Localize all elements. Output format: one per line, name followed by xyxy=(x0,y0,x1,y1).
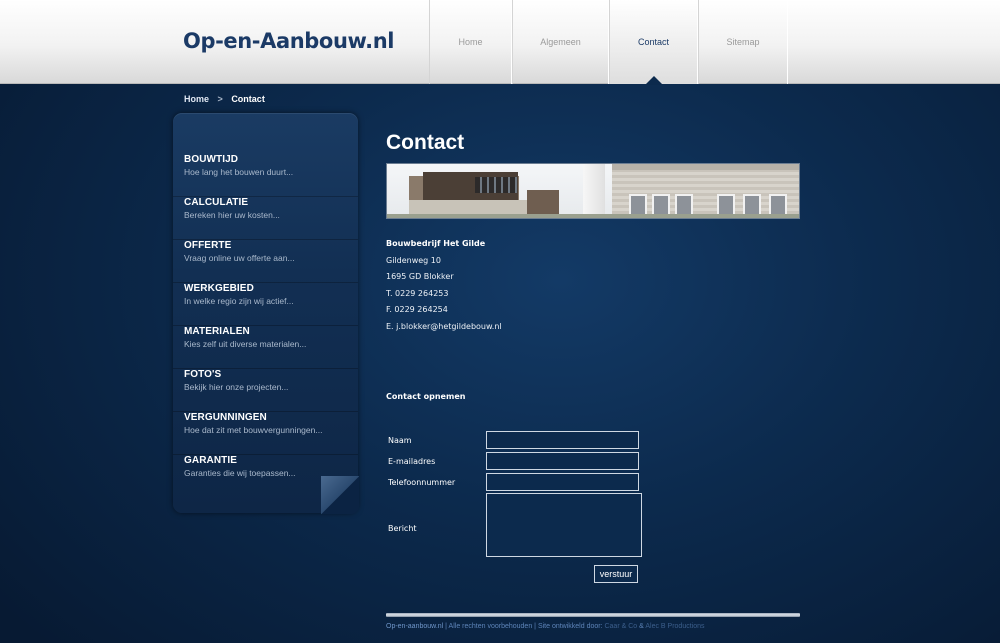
company-city: 1695 GD Blokker xyxy=(386,272,454,281)
phone-field[interactable] xyxy=(486,473,639,491)
site-header: Op-en-Aanbouw.nl Home Algemeen Contact S… xyxy=(0,0,1000,85)
sidebar-item-subtitle: Kies zelf uit diverse materialen... xyxy=(184,339,307,349)
company-phone: T. 0229 264253 xyxy=(386,288,449,298)
sidebar-item-title: MATERIALEN xyxy=(184,326,250,337)
sidebar-item-title: VERGUNNINGEN xyxy=(184,412,267,423)
sidebar-item-subtitle: In welke regio zijn wij actief... xyxy=(184,296,294,306)
main-nav: Home Algemeen Contact Sitemap xyxy=(429,0,788,85)
nav-home[interactable]: Home xyxy=(429,0,512,84)
sidebar-item-subtitle: Hoe dat zit met bouwvergunningen... xyxy=(184,425,323,435)
footer-divider xyxy=(386,613,800,617)
breadcrumb-home[interactable]: Home xyxy=(184,94,209,104)
header-photo xyxy=(386,163,800,219)
company-address: Bouwbedrijf Het Gilde Gildenweg 10 1695 … xyxy=(386,236,502,335)
company-fax: F. 0229 264254 xyxy=(386,305,448,314)
footer-dev-link-1[interactable]: Caar & Co xyxy=(604,623,637,630)
footer-developed-by: Site ontwikkeld door: xyxy=(537,623,605,630)
footer-rights: Alle rechten voorbehouden xyxy=(448,623,533,630)
sidebar-item-vergunningen[interactable]: VERGUNNINGEN Hoe dat zit met bouwvergunn… xyxy=(173,412,358,455)
email-label: E-mailadres xyxy=(388,457,436,466)
nav-algemeen[interactable]: Algemeen xyxy=(512,0,609,84)
breadcrumb-current: Contact xyxy=(231,94,265,104)
company-email[interactable]: E. j.blokker@hetgildebouw.nl xyxy=(386,319,502,336)
site-logo[interactable]: Op-en-Aanbouw.nl xyxy=(183,29,394,53)
sidebar-item-subtitle: Hoe lang het bouwen duurt... xyxy=(184,167,294,177)
sidebar-item-fotos[interactable]: FOTO'S Bekijk hier onze projecten... xyxy=(173,369,358,412)
company-name: Bouwbedrijf Het Gilde xyxy=(386,239,486,248)
sidebar-item-title: CALCULATIE xyxy=(184,197,249,208)
sidebar-item-subtitle: Bekijk hier onze projecten... xyxy=(184,382,289,392)
sidebar-item-materialen[interactable]: MATERIALEN Kies zelf uit diverse materia… xyxy=(173,326,358,369)
footer-dev-link-2[interactable]: Alec B Productions xyxy=(645,623,704,630)
submit-button[interactable]: verstuur xyxy=(594,565,638,583)
name-field[interactable] xyxy=(486,431,639,449)
footer: Op-en-aanbouw.nl | Alle rechten voorbeho… xyxy=(386,623,705,630)
contact-form-heading: Contact opnemen xyxy=(386,392,466,401)
name-label: Naam xyxy=(388,436,412,445)
message-field[interactable] xyxy=(486,493,642,557)
nav-sitemap[interactable]: Sitemap xyxy=(698,0,788,84)
sidebar-item-title: BOUWTIJD xyxy=(184,154,239,165)
sidebar-item-title: GARANTIE xyxy=(184,455,238,466)
page-title: Contact xyxy=(386,131,465,154)
sidebar-item-title: FOTO'S xyxy=(184,369,222,380)
sidebar-item-subtitle: Vraag online uw offerte aan... xyxy=(184,253,295,263)
sidebar-item-title: OFFERTE xyxy=(184,240,232,251)
sidebar-menu: BOUWTIJD Hoe lang het bouwen duurt... CA… xyxy=(173,113,359,514)
page-curl-decoration xyxy=(321,476,359,514)
company-street: Gildenweg 10 xyxy=(386,255,441,265)
sidebar-item-calculatie[interactable]: CALCULATIE Bereken hier uw kosten... xyxy=(173,197,358,240)
email-field[interactable] xyxy=(486,452,639,470)
phone-label: Telefoonnummer xyxy=(388,478,456,487)
sidebar-item-subtitle: Bereken hier uw kosten... xyxy=(184,210,280,220)
sidebar-item-offerte[interactable]: OFFERTE Vraag online uw offerte aan... xyxy=(173,240,358,283)
sidebar-item-werkgebied[interactable]: WERKGEBIED In welke regio zijn wij actie… xyxy=(173,283,358,326)
sidebar-item-subtitle: Garanties die wij toepassen... xyxy=(184,468,296,478)
message-label: Bericht xyxy=(388,524,417,533)
sidebar-item-bouwtijd[interactable]: BOUWTIJD Hoe lang het bouwen duurt... xyxy=(173,154,358,197)
breadcrumb-separator: > xyxy=(217,94,223,104)
sidebar-item-title: WERKGEBIED xyxy=(184,283,254,294)
footer-site-link[interactable]: Op-en-aanbouw.nl xyxy=(386,623,443,630)
nav-contact[interactable]: Contact xyxy=(609,0,698,85)
breadcrumb: Home > Contact xyxy=(184,94,271,104)
